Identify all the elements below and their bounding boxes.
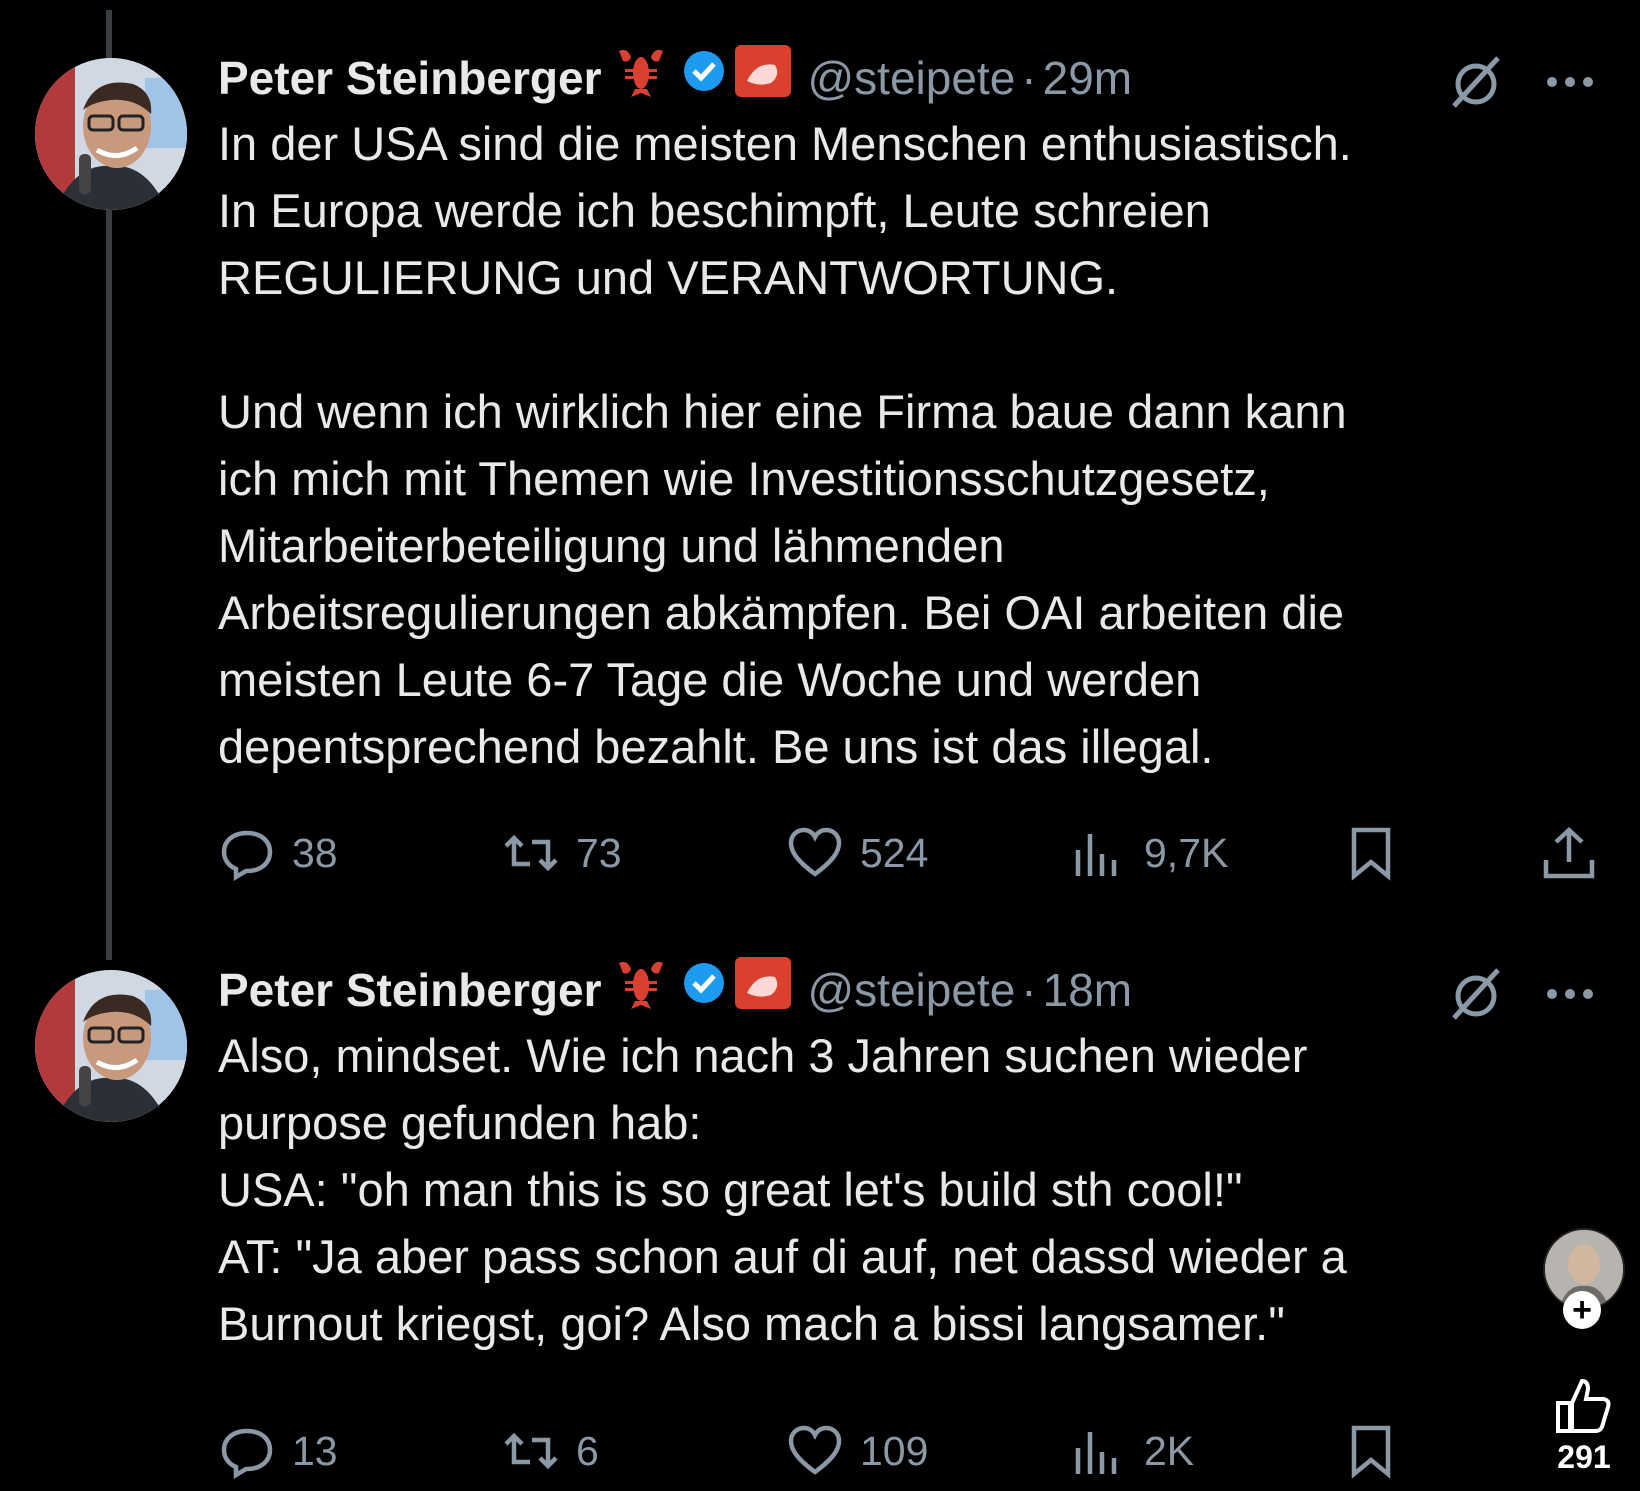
repost-icon [504, 1432, 558, 1470]
view-count: 9,7K [1144, 829, 1229, 876]
tweet-header: Peter Steinberger @steipete · 29m [218, 45, 1132, 111]
reply-count: 13 [292, 1427, 338, 1474]
reply-icon [221, 1428, 273, 1479]
bookmark-icon [1351, 827, 1391, 881]
views-icon [1075, 834, 1117, 876]
repost-count: 6 [576, 1427, 599, 1474]
tweet-text: Also, mindset. Wie ich nach 3 Jahren suc… [218, 1029, 1347, 1350]
separator: · [1021, 52, 1037, 104]
like-icon [788, 827, 842, 877]
author-name[interactable]: Peter Steinberger [218, 48, 601, 108]
share-icon [1543, 826, 1595, 879]
reply-button[interactable]: 38 [218, 818, 338, 888]
separator: · [1021, 964, 1037, 1016]
timestamp[interactable]: 18m [1043, 960, 1132, 1020]
author-handle[interactable]: @steipete [807, 48, 1015, 108]
tweet-header: Peter Steinberger @steipete · 18m [218, 957, 1132, 1023]
tweet-actions: 13 6 109 2K [218, 1416, 1608, 1486]
view-count: 2K [1144, 1427, 1195, 1474]
author-handle[interactable]: @steipete [807, 960, 1015, 1020]
repost-count: 73 [576, 829, 622, 876]
tweet[interactable]: Peter Steinberger @steipete · 29m In der… [0, 45, 1640, 898]
repost-icon [504, 834, 558, 872]
like-icon [788, 1425, 842, 1475]
bookmark-button[interactable] [1342, 818, 1416, 888]
grok-icon[interactable] [1446, 52, 1506, 112]
lobster-icon [613, 43, 669, 113]
overlay-like-button[interactable]: 291 [1548, 1375, 1620, 1475]
verified-badge-icon[interactable] [681, 960, 727, 1020]
reply-count: 38 [292, 829, 338, 876]
like-count: 524 [860, 829, 929, 876]
thumbs-up-icon [1556, 1378, 1611, 1433]
views-icon [1075, 1432, 1117, 1474]
bookmark-icon [1351, 1425, 1391, 1479]
overlay-like-count: 291 [1557, 1439, 1611, 1475]
lobster-flag-icon [735, 45, 792, 111]
avatar[interactable] [35, 58, 187, 210]
more-icon[interactable] [1540, 52, 1600, 112]
more-icon[interactable] [1540, 964, 1600, 1024]
views-button[interactable]: 2K [1070, 1416, 1194, 1486]
lobster-flag-icon [735, 957, 792, 1023]
bookmark-button[interactable] [1342, 1416, 1416, 1486]
avatar[interactable] [35, 970, 187, 1122]
tweet-text: In der USA sind die meisten Menschen ent… [218, 117, 1352, 773]
verified-badge-icon[interactable] [681, 48, 727, 108]
tweet[interactable]: Peter Steinberger @steipete · 18m Also, … [0, 957, 1640, 1480]
grok-icon[interactable] [1446, 964, 1506, 1024]
share-button[interactable] [1540, 818, 1614, 888]
tweet-actions: 38 73 524 9,7K [218, 818, 1608, 888]
repost-button[interactable]: 73 [502, 818, 622, 888]
repost-button[interactable]: 6 [502, 1416, 599, 1486]
timestamp[interactable]: 29m [1043, 48, 1132, 108]
lobster-icon [613, 955, 669, 1025]
like-button[interactable]: 524 [786, 818, 928, 888]
like-button[interactable]: 109 [786, 1416, 928, 1486]
views-button[interactable]: 9,7K [1070, 818, 1228, 888]
like-count: 109 [860, 1427, 929, 1474]
reply-button[interactable]: 13 [218, 1416, 338, 1486]
follow-plus-button[interactable]: + [1563, 1291, 1601, 1329]
author-name[interactable]: Peter Steinberger [218, 960, 601, 1020]
reply-icon [221, 830, 273, 881]
